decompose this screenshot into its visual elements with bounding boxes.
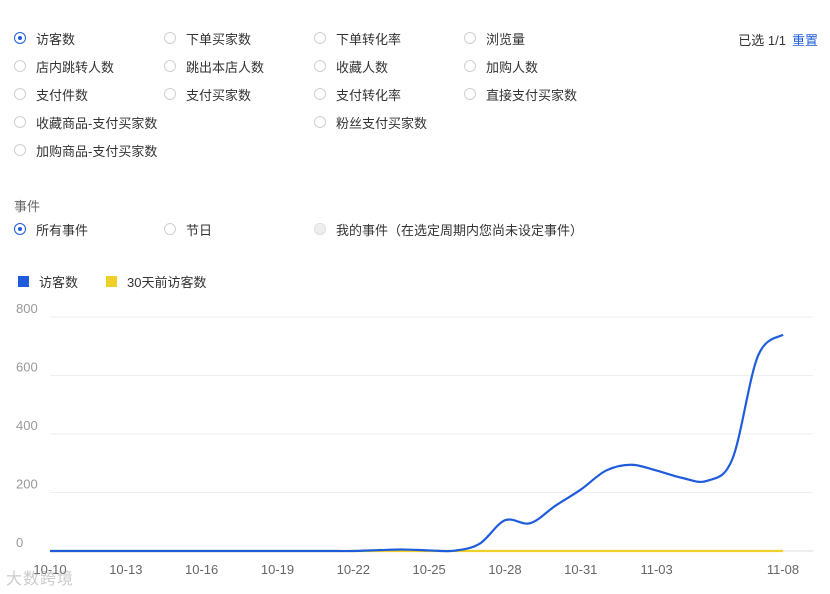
- y-tick-label: 200: [16, 477, 38, 492]
- y-tick-label: 0: [16, 535, 23, 550]
- series-line-0: [50, 333, 784, 553]
- line-chart: 020040060080010-10 10-13 10-16 10-19 10-22 10…: [16, 301, 813, 577]
- y-tick-label: 800: [16, 301, 38, 316]
- x-tick-label: 10-31: [564, 562, 597, 577]
- x-tick-label: 10-25: [413, 562, 446, 577]
- x-tick-label: 10-13: [109, 562, 142, 577]
- watermark: 大数跨境: [6, 571, 75, 588]
- y-tick-label: 400: [16, 418, 38, 433]
- x-tick-label: 10-19: [261, 562, 294, 577]
- x-tick-label: 10-28: [488, 562, 521, 577]
- x-tick-label: 10-16: [185, 562, 218, 577]
- x-tick-label: 10-22: [337, 562, 370, 577]
- x-tick-label: 11-08: [767, 562, 799, 577]
- y-tick-label: 600: [16, 360, 38, 375]
- x-tick-label: 11-03: [640, 562, 672, 577]
